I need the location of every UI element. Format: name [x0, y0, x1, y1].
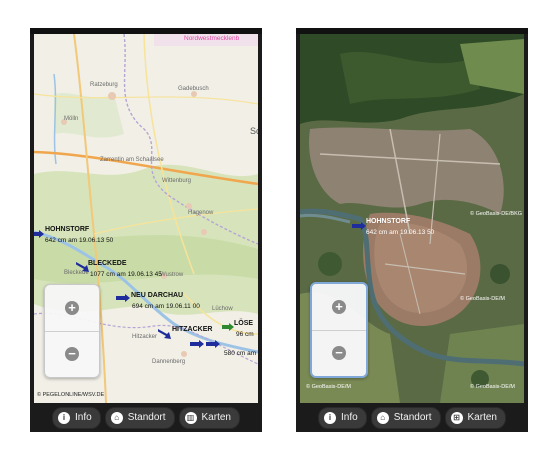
station-arrow-icon-green[interactable]: [222, 323, 234, 331]
zoom-in-button[interactable]: +: [312, 284, 366, 331]
tab-info[interactable]: i Info: [52, 406, 101, 429]
map-copyright: © PEGELONLINE/WSV.DE: [37, 392, 105, 398]
phone-screen-map: Nordwestmecklenb Ratzeburg Gadebusch Möl…: [30, 28, 262, 432]
station-reading: 694 cm am 19.06.11 00: [132, 303, 200, 310]
station-arrow-icon[interactable]: [34, 230, 44, 238]
station-arrow-icon[interactable]: [190, 340, 204, 348]
tab-karten[interactable]: ⊞ Karten: [444, 406, 506, 429]
place-label: Wittenburg: [162, 178, 192, 184]
minus-icon: −: [332, 346, 346, 360]
tab-standort[interactable]: ⌂ Standort: [104, 406, 175, 429]
station-reading: 1077 cm am 19.06.13 45: [90, 271, 162, 278]
station-name[interactable]: NEU DARCHAU: [131, 292, 183, 299]
place-label: Wustrow: [160, 272, 184, 278]
home-icon: ⌂: [110, 411, 123, 424]
place-label: Hagenow: [188, 210, 214, 216]
tab-info[interactable]: i Info: [318, 406, 367, 429]
plus-icon: +: [332, 300, 346, 314]
place-label: Dannenberg: [152, 359, 186, 365]
station-reading: 642 cm am 19.06.13 50: [366, 229, 435, 236]
station-name[interactable]: HOHNSTORF: [45, 226, 89, 233]
map-grid-icon: ⊞: [450, 411, 463, 424]
info-icon: i: [58, 411, 71, 424]
map-copyright: © GeoBasis-DE/BKG: [470, 211, 523, 217]
tab-standort[interactable]: ⌂ Standort: [370, 406, 441, 429]
station-arrow-icon[interactable]: [116, 294, 130, 302]
map-copyright: © GeoBasis-DE/M: [460, 296, 506, 302]
tab-label: Standort: [393, 412, 432, 423]
place-label: Lüchow: [212, 306, 233, 312]
plus-icon: +: [65, 301, 79, 315]
region-label: Nordwestmecklenb: [184, 35, 240, 42]
place-label: Ratzeburg: [90, 82, 118, 88]
map-copyright: © GeoBasis-DE/M: [470, 384, 516, 390]
station-name[interactable]: HITZACKER: [172, 326, 212, 333]
place-label: Sc: [250, 126, 258, 136]
station-name[interactable]: HOHNSTORF: [366, 218, 410, 225]
station-reading: 642 cm am 19.06.13 50: [45, 237, 114, 244]
minus-icon: −: [65, 347, 79, 361]
bottom-tab-bar: i Info ⌂ Standort ▥ Karten: [30, 403, 262, 432]
tab-label: Karten: [201, 412, 231, 423]
tab-label: Standort: [127, 412, 166, 423]
place-label: Zarrentin am Schaalsee: [100, 157, 164, 163]
station-arrow-icon[interactable]: [206, 340, 220, 348]
info-icon: i: [324, 411, 337, 424]
place-label: Mölln: [64, 116, 79, 122]
station-reading: 580 cm am: [224, 350, 257, 357]
place-label: Gadebusch: [178, 86, 209, 92]
satellite-map[interactable]: HOHNSTORF 642 cm am 19.06.13 50 © GeoBas…: [300, 34, 524, 403]
tab-label: Info: [75, 412, 92, 423]
phone-screen-satellite: HOHNSTORF 642 cm am 19.06.13 50 © GeoBas…: [296, 28, 528, 432]
bottom-tab-bar: i Info ⌂ Standort ⊞ Karten: [296, 403, 528, 432]
zoom-control: + −: [44, 284, 100, 378]
station-name[interactable]: BLECKEDE: [88, 260, 127, 267]
station-arrow-icon[interactable]: [352, 222, 366, 230]
zoom-in-button[interactable]: +: [45, 285, 99, 332]
tab-label: Info: [341, 412, 358, 423]
station-reading: 96 cm: [236, 331, 254, 338]
home-icon: ⌂: [376, 411, 389, 424]
tab-label: Karten: [467, 412, 497, 423]
tab-karten[interactable]: ▥ Karten: [178, 406, 240, 429]
zoom-out-button[interactable]: −: [45, 331, 99, 377]
place-label: Hitzacker: [132, 334, 158, 340]
map-grid-icon: ▥: [184, 411, 197, 424]
road-map[interactable]: Nordwestmecklenb Ratzeburg Gadebusch Möl…: [34, 34, 258, 403]
map-copyright: © GeoBasis-DE/M: [306, 384, 352, 390]
station-name[interactable]: LÖSE: [234, 320, 253, 327]
zoom-out-button[interactable]: −: [312, 330, 366, 376]
zoom-control: + −: [310, 282, 368, 378]
station-arrow-icon[interactable]: [158, 329, 172, 339]
